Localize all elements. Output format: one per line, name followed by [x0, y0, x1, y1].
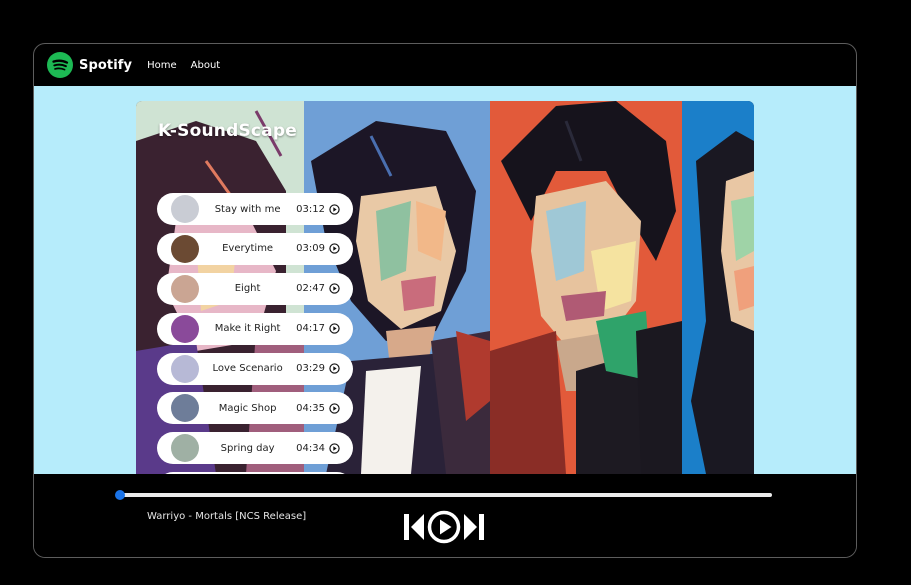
- song-duration: 04:34: [296, 442, 325, 454]
- play-circle-icon[interactable]: [329, 363, 340, 374]
- play-circle-icon[interactable]: [329, 203, 340, 215]
- song-item[interactable]: Everytime 03:09: [157, 232, 353, 265]
- player-controls: [403, 510, 485, 544]
- song-title: Eight: [234, 283, 261, 295]
- progress-bar[interactable]: [115, 490, 772, 500]
- app-window: Spotify Home About K-SoundScape Stay wit…: [33, 43, 857, 558]
- song-title: Love Scenario: [212, 363, 283, 375]
- song-cover-thumbnail: [171, 394, 199, 423]
- song-cover-thumbnail: [171, 354, 199, 383]
- nav-link-about[interactable]: About: [191, 60, 221, 71]
- song-item[interactable]: Love Scenario 03:29: [157, 352, 353, 385]
- now-playing-title: Warriyo - Mortals [NCS Release]: [147, 511, 307, 522]
- song-duration: 03:12: [296, 203, 325, 215]
- skip-previous-icon[interactable]: [403, 513, 425, 541]
- play-circle-icon[interactable]: [329, 243, 340, 255]
- song-title: Stay with me: [214, 203, 281, 215]
- song-item[interactable]: Eight 02:47: [157, 272, 353, 305]
- play-circle-icon[interactable]: [329, 443, 340, 454]
- song-cover-thumbnail: [171, 195, 199, 223]
- song-cover-thumbnail: [171, 234, 199, 263]
- song-cover-thumbnail: [171, 274, 199, 303]
- skip-next-icon[interactable]: [463, 513, 485, 541]
- song-duration: 03:09: [296, 243, 325, 255]
- song-title: Magic Shop: [218, 402, 277, 414]
- brand-logo[interactable]: Spotify: [47, 52, 132, 78]
- play-circle-icon[interactable]: [329, 403, 340, 414]
- song-title: Everytime: [222, 243, 274, 255]
- song-duration: 03:29: [296, 363, 325, 375]
- progress-knob[interactable]: [115, 490, 125, 500]
- main-content: K-SoundScape Stay with me 03:12 Everytim…: [34, 86, 856, 474]
- song-duration: 04:35: [296, 402, 325, 414]
- song-item[interactable]: Make it Right 04:17: [157, 312, 353, 345]
- song-duration: 02:47: [296, 283, 325, 295]
- song-duration: 04:17: [296, 323, 325, 335]
- song-item[interactable]: Stay with me 03:12: [157, 193, 353, 225]
- song-cover-thumbnail: [171, 434, 199, 463]
- brand-name: Spotify: [79, 57, 133, 73]
- song-list: Stay with me 03:12 Everytime 03:09 Eight…: [157, 193, 355, 474]
- play-circle-icon[interactable]: [329, 283, 340, 294]
- song-title: Spring day: [220, 442, 275, 454]
- song-title: Make it Right: [214, 323, 281, 335]
- song-item[interactable]: Spring day 04:34: [157, 432, 353, 465]
- play-circle-icon[interactable]: [427, 510, 461, 544]
- play-circle-icon[interactable]: [329, 323, 340, 334]
- hero-banner: K-SoundScape Stay with me 03:12 Everytim…: [136, 101, 754, 474]
- navbar: Spotify Home About: [34, 44, 856, 86]
- song-item[interactable]: Magic Shop 04:35: [157, 392, 353, 425]
- nav-link-home[interactable]: Home: [147, 60, 177, 71]
- hero-title: K-SoundScape: [158, 121, 297, 141]
- player-bar: Warriyo - Mortals [NCS Release]: [34, 474, 856, 557]
- song-cover-thumbnail: [171, 314, 199, 343]
- spotify-logo-icon: [47, 52, 73, 78]
